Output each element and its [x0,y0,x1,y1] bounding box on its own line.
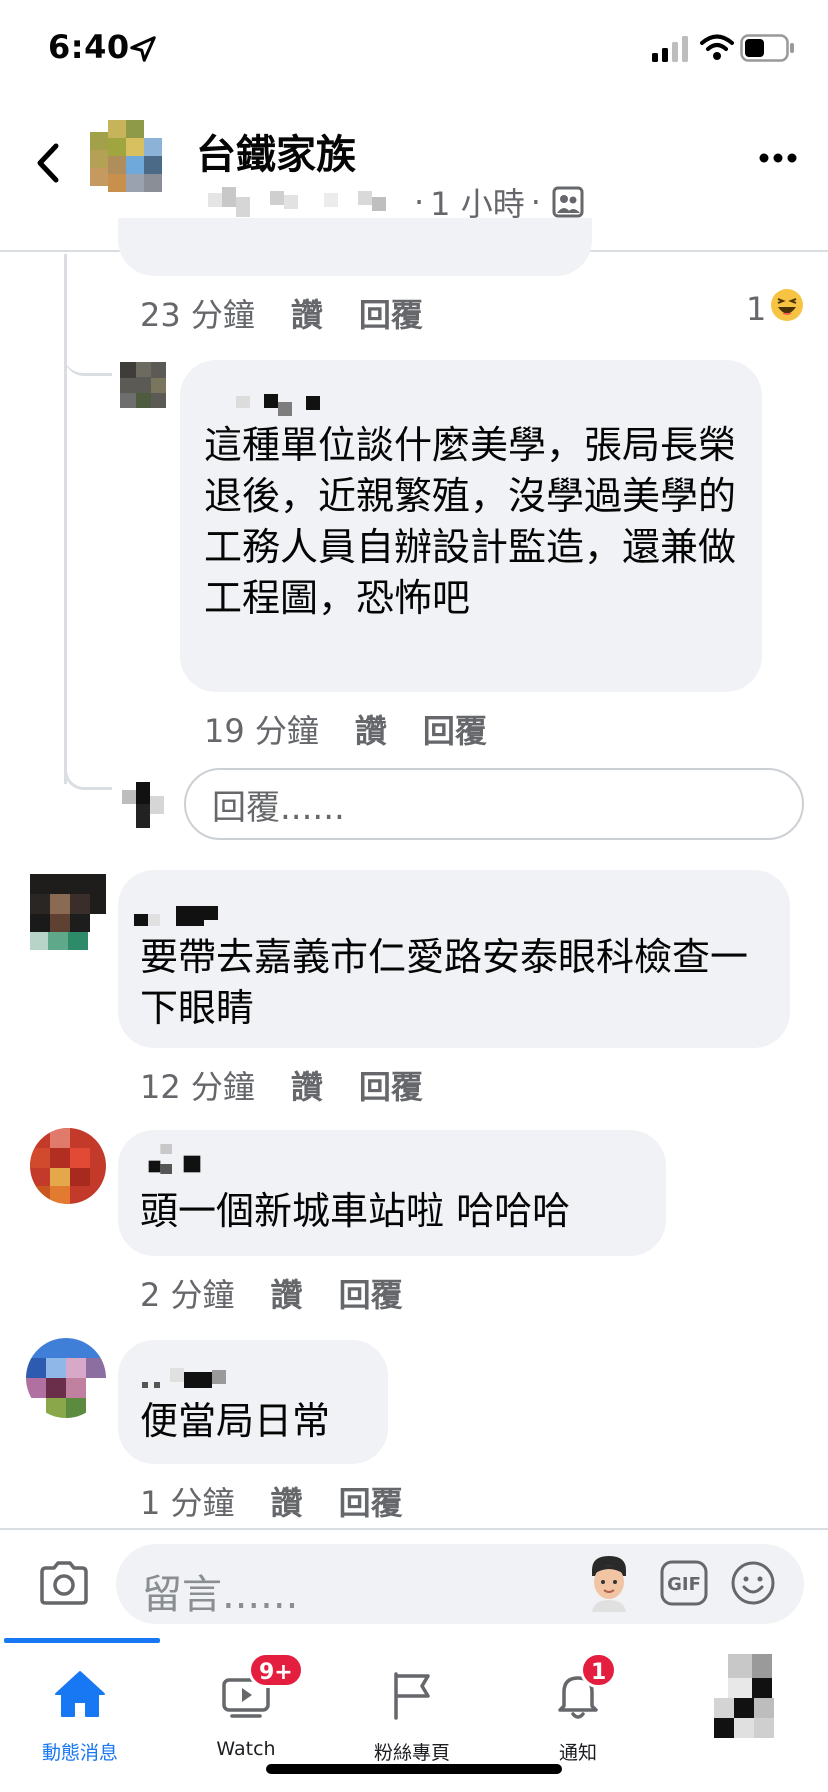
comment-text: 要帶去嘉義市仁愛路安泰眼科檢查一下眼睛 [140,935,749,1030]
comment-actions: 1 分鐘 讚 回覆 [140,1478,439,1524]
like-button[interactable]: 讚 [271,1478,303,1524]
notification-badge: 1 [580,1652,618,1688]
gif-label: GIF [667,1574,701,1595]
gif-icon[interactable]: GIF [660,1560,708,1606]
commenter-avatar[interactable] [30,1128,106,1204]
commenter-name-redacted[interactable] [134,900,254,930]
comment-text: 便當局日常 [140,1399,331,1443]
comment-actions: 19 分鐘 讚 回覆 [204,706,523,752]
reply-button[interactable]: 回覆 [339,1478,403,1524]
profile-menu-icon [714,1654,774,1738]
comment-time: 19 分鐘 [204,712,319,750]
group-privacy-icon [552,186,584,218]
tab-label: 動態消息 [41,1742,118,1764]
comment-text: 頭一個新城車站啦 哈哈哈 [140,1189,571,1233]
comment-time: 12 分鐘 [140,1068,255,1106]
tab-label: 通知 [558,1742,597,1764]
comment-bubble[interactable]: 這種單位談什麼美學，張局長榮退後，近親繁殖，沒學過美學的工務人員自辦設計監造，還… [180,360,762,692]
active-tab-indicator [4,1638,160,1643]
wifi-icon [700,34,734,60]
comment-bubble[interactable]: 要帶去嘉義市仁愛路安泰眼科檢查一下眼睛 [118,870,790,1048]
status-bar: 6:40 [0,0,828,100]
emoji-icon[interactable] [730,1560,776,1606]
tab-news-feed[interactable]: 動態消息 [20,1656,140,1766]
commenter-avatar[interactable] [26,1338,106,1418]
comment-actions: 23 分鐘 讚 回覆 [140,290,459,336]
meta-dot: · [414,183,425,221]
home-indicator [266,1764,562,1774]
comment-actions: 2 分鐘 讚 回覆 [140,1270,439,1316]
tab-label: Watch [216,1738,276,1760]
haha-icon[interactable] [770,288,804,322]
like-button[interactable]: 讚 [291,290,323,336]
signal-icon [652,36,688,62]
group-name[interactable]: 台鐵家族 [196,122,356,180]
back-arrow-icon[interactable] [28,138,68,188]
reply-button[interactable]: 回覆 [359,1062,423,1108]
comment-bubble[interactable] [118,218,592,276]
commenter-name-redacted[interactable] [236,386,346,416]
home-icon [55,1671,105,1717]
tab-menu[interactable] [686,1654,806,1766]
tab-watch[interactable]: 9+ Watch [186,1652,306,1766]
more-options-icon[interactable] [758,148,798,168]
reply-button[interactable]: 回覆 [339,1270,403,1316]
tab-pages[interactable]: 粉絲專頁 [352,1656,472,1766]
author-name-redacted[interactable] [208,187,408,217]
group-avatar[interactable] [90,120,182,198]
tab-notifications[interactable]: 1 通知 [518,1652,638,1766]
flag-icon [394,1672,430,1720]
reply-input[interactable]: 回覆...... [184,768,804,840]
comment-time: 2 分鐘 [140,1276,235,1314]
comment-composer: 留言...... GIF [0,1528,828,1638]
comment-actions: 12 分鐘 讚 回覆 [140,1062,459,1108]
like-button[interactable]: 讚 [291,1062,323,1108]
comment-text: 這種單位談什麼美學，張局長榮退後，近親繁殖，沒學過美學的工務人員自辦設計監造，還… [204,423,737,620]
commenter-avatar[interactable] [120,362,166,408]
location-arrow-icon [130,36,156,62]
status-time: 6:40 [48,28,130,66]
like-button[interactable]: 讚 [271,1270,303,1316]
like-button[interactable]: 讚 [355,706,387,752]
thread-line [64,770,112,790]
battery-icon [740,34,794,62]
my-avatar [122,782,168,828]
meta-dot: · [530,183,541,221]
tab-label: 粉絲專頁 [373,1742,450,1764]
comment-bubble[interactable]: 便當局日常 [118,1340,388,1464]
comment-time: 23 分鐘 [140,296,255,334]
watch-badge: 9+ [248,1652,304,1688]
thread-line [64,254,67,784]
reply-button[interactable]: 回覆 [359,290,423,336]
reply-placeholder: 回覆...... [212,787,345,828]
avatar-sticker-icon[interactable] [586,1554,632,1612]
comment-placeholder: 留言...... [142,1572,299,1618]
comment-input[interactable]: 留言...... GIF [116,1544,804,1624]
commenter-name-redacted[interactable] [142,1362,262,1392]
camera-icon[interactable] [38,1560,90,1606]
reaction-count[interactable]: 1 [746,290,766,328]
thread-line [64,356,112,376]
commenter-avatar[interactable] [30,874,106,950]
comment-time: 1 分鐘 [140,1484,235,1522]
reply-button[interactable]: 回覆 [423,706,487,752]
comment-bubble[interactable]: 頭一個新城車站啦 哈哈哈 [118,1130,666,1256]
commenter-name-redacted[interactable] [142,1144,222,1174]
